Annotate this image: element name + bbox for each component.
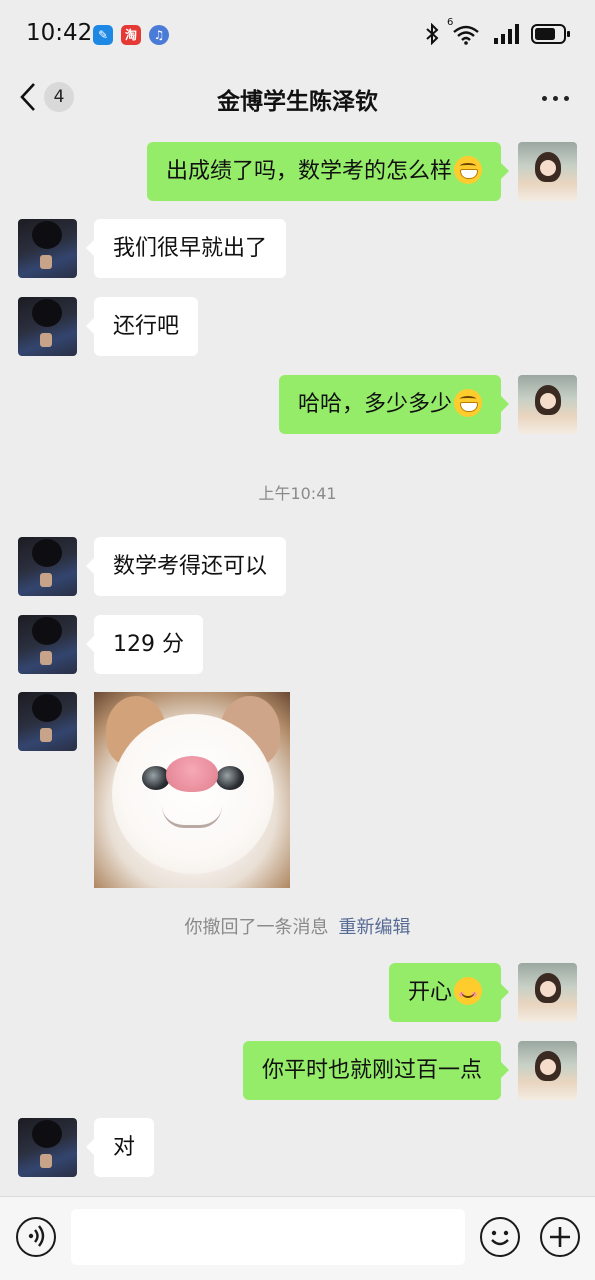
contact-avatar[interactable] bbox=[18, 219, 77, 278]
contact-avatar[interactable] bbox=[18, 1118, 77, 1177]
music-icon: ♫ bbox=[149, 25, 169, 45]
cat-sticker-image[interactable] bbox=[94, 692, 290, 888]
message-bubble[interactable]: 我们很早就出了 bbox=[85, 219, 287, 278]
taobao-icon: 淘 bbox=[121, 25, 141, 45]
more-dot-icon bbox=[542, 96, 547, 101]
chat-title: 金博学生陈泽钦 bbox=[217, 89, 378, 115]
timestamp: 上午10:41 bbox=[258, 484, 337, 503]
contact-avatar[interactable] bbox=[18, 537, 77, 596]
recall-text: 你撤回了一条消息 bbox=[184, 917, 329, 938]
my-avatar[interactable] bbox=[518, 1041, 577, 1100]
smiling-emoji-icon bbox=[454, 977, 482, 1005]
plus-icon bbox=[550, 1227, 570, 1247]
message-text: 数学考得还可以 bbox=[113, 554, 268, 579]
signal-icon bbox=[494, 24, 519, 44]
re-edit-link[interactable]: 重新编辑 bbox=[339, 917, 411, 938]
chat-history[interactable]: 出成绩了吗，数学考的怎么样 我们很早就出了 还行吧 哈哈，多少多少 上午10:4… bbox=[0, 128, 595, 1196]
cat-nose bbox=[166, 756, 218, 792]
cat-eye bbox=[216, 766, 244, 790]
message-bubble[interactable]: 出成绩了吗，数学考的怎么样 bbox=[146, 142, 510, 201]
contact-avatar[interactable] bbox=[18, 692, 77, 751]
feishu-icon: ✎ bbox=[93, 25, 113, 45]
voice-button[interactable] bbox=[16, 1217, 56, 1257]
message-text: 我们很早就出了 bbox=[113, 236, 268, 261]
message-text: 对 bbox=[113, 1135, 136, 1160]
wifi-icon: 6 bbox=[447, 17, 481, 45]
network-type: 6 bbox=[447, 17, 454, 28]
cat-face bbox=[112, 714, 274, 874]
message-text: 129 分 bbox=[113, 632, 184, 657]
grinning-emoji-icon bbox=[454, 389, 482, 417]
my-avatar[interactable] bbox=[518, 375, 577, 434]
status-indicators: 6 bbox=[425, 17, 571, 45]
message-text: 还行吧 bbox=[113, 314, 180, 339]
message-bubble[interactable]: 你平时也就刚过百一点 bbox=[242, 1041, 510, 1100]
contact-avatar[interactable] bbox=[18, 297, 77, 356]
status-bar: 10:42 ✎ 淘 ♫ 6 bbox=[0, 0, 595, 72]
contact-avatar[interactable] bbox=[18, 615, 77, 674]
message-bubble[interactable]: 还行吧 bbox=[85, 297, 199, 356]
more-dot-icon bbox=[564, 96, 569, 101]
message-input[interactable] bbox=[71, 1209, 465, 1265]
message-bubble[interactable]: 129 分 bbox=[86, 615, 203, 674]
message-bubble[interactable]: 对 bbox=[85, 1118, 155, 1177]
nav-bar: 4 金博学生陈泽钦 bbox=[0, 72, 595, 128]
cat-mouth bbox=[162, 806, 222, 828]
message-text: 哈哈，多少多少 bbox=[297, 392, 452, 417]
message-bubble[interactable]: 哈哈，多少多少 bbox=[278, 375, 510, 434]
message-bubble[interactable]: 数学考得还可以 bbox=[85, 537, 287, 596]
message-bubble[interactable]: 开心 bbox=[388, 963, 510, 1022]
more-dot-icon bbox=[553, 96, 558, 101]
bluetooth-icon bbox=[426, 23, 439, 45]
emoji-icon bbox=[491, 1230, 509, 1246]
more-functions-button[interactable] bbox=[540, 1217, 580, 1257]
message-text: 开心 bbox=[407, 980, 452, 1005]
input-bar bbox=[0, 1196, 595, 1280]
voice-icon bbox=[28, 1225, 45, 1247]
emoji-button[interactable] bbox=[480, 1217, 520, 1257]
grinning-emoji-icon bbox=[454, 156, 482, 184]
recall-notice: 你撤回了一条消息 重新编辑 bbox=[0, 913, 595, 939]
more-options-button[interactable] bbox=[542, 96, 569, 101]
my-avatar[interactable] bbox=[518, 142, 577, 201]
message-text: 出成绩了吗，数学考的怎么样 bbox=[165, 159, 452, 184]
battery-icon bbox=[531, 24, 570, 44]
status-time: 10:42 bbox=[26, 20, 93, 46]
my-avatar[interactable] bbox=[518, 963, 577, 1022]
message-text: 你平时也就刚过百一点 bbox=[261, 1058, 482, 1083]
